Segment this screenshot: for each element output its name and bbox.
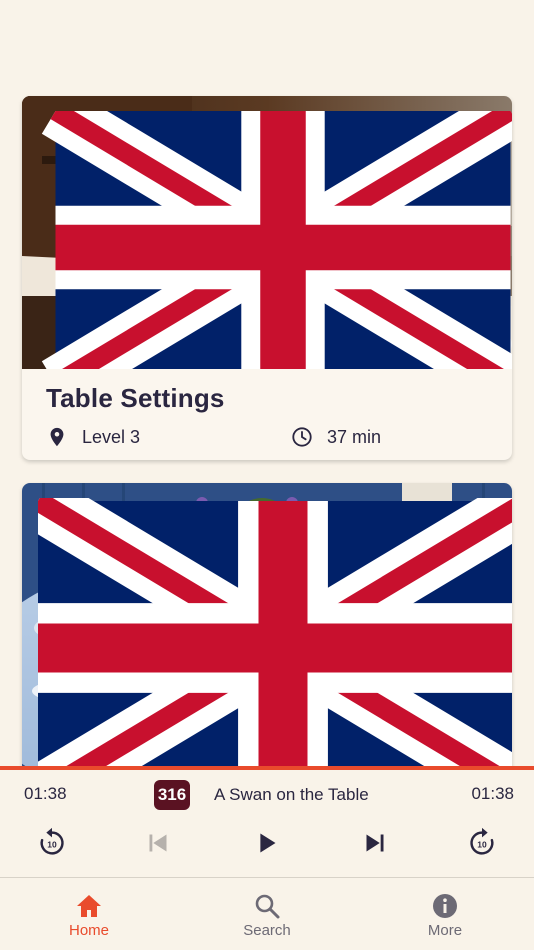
- tour-duration: 37 min: [327, 426, 382, 447]
- forward-10-button[interactable]: 10: [465, 826, 499, 860]
- track-number-badge: 316: [154, 780, 190, 810]
- elapsed-time: 01:38: [24, 784, 67, 803]
- tour-card-table-settings[interactable]: Table Settings Level 3 37 min: [22, 96, 512, 460]
- tab-search-label: Search: [243, 922, 291, 939]
- tour-image-floral-table: [22, 483, 512, 766]
- svg-text:10: 10: [477, 840, 487, 850]
- track-title[interactable]: A Swan on the Table: [214, 785, 369, 805]
- rewind-10-button[interactable]: 10: [35, 826, 69, 860]
- rewind-10-icon: 10: [40, 827, 64, 855]
- location-pin-icon: [50, 427, 64, 447]
- forward-10-icon: 10: [470, 827, 494, 855]
- search-icon: [255, 894, 280, 919]
- svg-text:10: 10: [47, 840, 57, 850]
- audio-player: 01:38 316 A Swan on the Table 01:38 10 1…: [0, 766, 534, 877]
- tour-title: Table Settings: [46, 383, 225, 413]
- tab-more-label: More: [427, 922, 463, 939]
- tour-card-2[interactable]: [22, 483, 512, 766]
- tour-list[interactable]: Table Settings Level 3 37 min: [0, 0, 534, 766]
- next-track-icon: [366, 834, 384, 852]
- tab-home-label: Home: [68, 922, 109, 939]
- play-button[interactable]: [250, 826, 284, 860]
- previous-track-icon: [149, 834, 167, 852]
- uk-flag-icon: [38, 498, 512, 766]
- tour-image-dining-room: [22, 96, 512, 369]
- bottom-tab-bar: Home Search More: [0, 877, 534, 950]
- clock-icon: [292, 427, 312, 447]
- remaining-time: 01:38: [471, 784, 514, 803]
- home-icon: [77, 895, 101, 917]
- next-track-button[interactable]: [358, 826, 392, 860]
- tour-level: Level 3: [82, 426, 141, 447]
- play-icon: [260, 833, 276, 853]
- tab-more[interactable]: More: [356, 878, 534, 950]
- uk-flag-icon: [41, 111, 512, 369]
- previous-track-button[interactable]: [141, 826, 175, 860]
- info-icon: [433, 894, 457, 918]
- tab-search[interactable]: Search: [178, 878, 356, 950]
- tab-home[interactable]: Home: [0, 878, 178, 950]
